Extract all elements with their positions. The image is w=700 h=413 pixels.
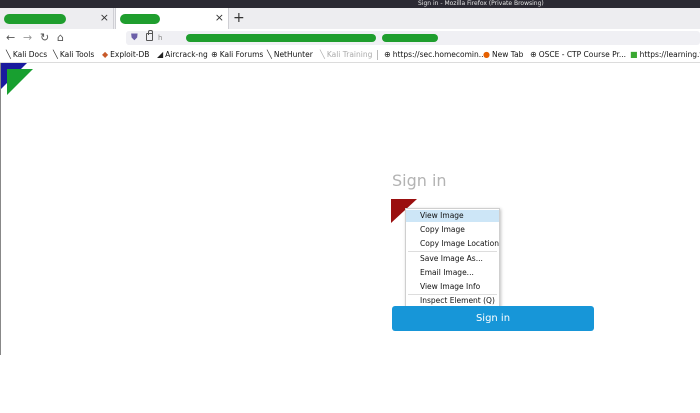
tab-1[interactable]: ×: [0, 8, 114, 29]
new-tab-button[interactable]: +: [233, 10, 245, 26]
tab-2-redacted-title: [120, 14, 160, 24]
window-titlebar: Sign in - Mozilla Firefox (Private Brows…: [0, 0, 700, 8]
url-text[interactable]: h: [158, 31, 162, 45]
url-redaction-2: [382, 34, 438, 42]
lock-icon[interactable]: [146, 30, 153, 41]
bookmark-exploit-db[interactable]: ◆ Exploit-DB: [102, 47, 149, 63]
bookmark-osce-ctp[interactable]: ⊕ OSCE - CTP Course Pr...: [530, 47, 626, 63]
bookmark-sec-homecoming[interactable]: ⊕ https://sec.homecomin...: [384, 47, 486, 63]
bookmark-kali-docs[interactable]: ╲ Kali Docs: [6, 47, 47, 63]
back-button[interactable]: ←: [6, 30, 15, 45]
bookmarks-separator: [377, 50, 378, 60]
navigation-toolbar: ← → ↻ ⌂ ⛊ h: [0, 29, 700, 47]
menu-separator: [408, 251, 497, 252]
bookmark-kali-tools[interactable]: ╲ Kali Tools: [53, 47, 94, 63]
dragon-icon: ╲: [320, 50, 325, 59]
tab-2[interactable]: ×: [115, 8, 229, 29]
window-title: Sign in - Mozilla Firefox (Private Brows…: [418, 0, 544, 7]
url-bar[interactable]: ⛊ h: [126, 30, 700, 45]
signin-heading: Sign in: [392, 171, 447, 190]
menu-item-view-image[interactable]: View Image: [406, 210, 499, 222]
home-button[interactable]: ⌂: [57, 30, 64, 45]
dragon-icon: ╲: [53, 50, 58, 59]
bookmark-kali-training[interactable]: ╲ Kali Training: [320, 47, 372, 63]
tab-1-close-icon[interactable]: ×: [100, 11, 109, 25]
reload-button[interactable]: ↻: [40, 30, 49, 45]
firefox-icon: ●: [483, 50, 490, 59]
dragon-icon: ╲: [6, 50, 11, 59]
globe-icon: ⊕: [384, 50, 391, 59]
menu-item-email-image[interactable]: Email Image...: [406, 267, 499, 279]
tab-1-redacted-title: [4, 14, 66, 24]
dragon-icon: ╲: [267, 50, 272, 59]
menu-item-save-image-as[interactable]: Save Image As...: [406, 253, 499, 265]
bookmark-kali-forums[interactable]: ⊕ Kali Forums: [211, 47, 263, 63]
corner-logo-image: [1, 63, 33, 95]
url-redaction: [186, 34, 376, 42]
page-viewport: Sign in View Image Copy Image Copy Image…: [0, 63, 700, 355]
aircrack-icon: ◢: [157, 50, 164, 59]
bookmarks-toolbar: ╲ Kali Docs ╲ Kali Tools ◆ Exploit-DB ◢ Airc…: [0, 47, 700, 63]
signin-button[interactable]: Sign in: [392, 306, 594, 331]
menu-item-copy-image-location[interactable]: Copy Image Location: [406, 238, 499, 250]
tab-strip: × × +: [0, 8, 700, 29]
bookmark-learning[interactable]: ■ https://learning.f: [630, 47, 700, 63]
menu-item-copy-image[interactable]: Copy Image: [406, 224, 499, 236]
globe-icon: ⊕: [530, 50, 537, 59]
forward-button[interactable]: →: [23, 30, 32, 45]
page-bottom-area: [0, 355, 700, 413]
bookmark-new-tab[interactable]: ● New Tab: [483, 47, 523, 63]
context-menu: View Image Copy Image Copy Image Locatio…: [405, 208, 500, 307]
exploitdb-icon: ◆: [102, 50, 109, 59]
menu-item-view-image-info[interactable]: View Image Info: [406, 281, 499, 293]
bookmark-nethunter[interactable]: ╲ NetHunter: [267, 47, 313, 63]
green-leaf-icon: ■: [630, 50, 638, 59]
bookmark-aircrack-ng[interactable]: ◢ Aircrack-ng: [157, 47, 208, 63]
tracking-shield-icon[interactable]: ⛊: [131, 31, 138, 45]
globe-icon: ⊕: [211, 50, 218, 59]
tab-2-close-icon[interactable]: ×: [215, 11, 224, 25]
